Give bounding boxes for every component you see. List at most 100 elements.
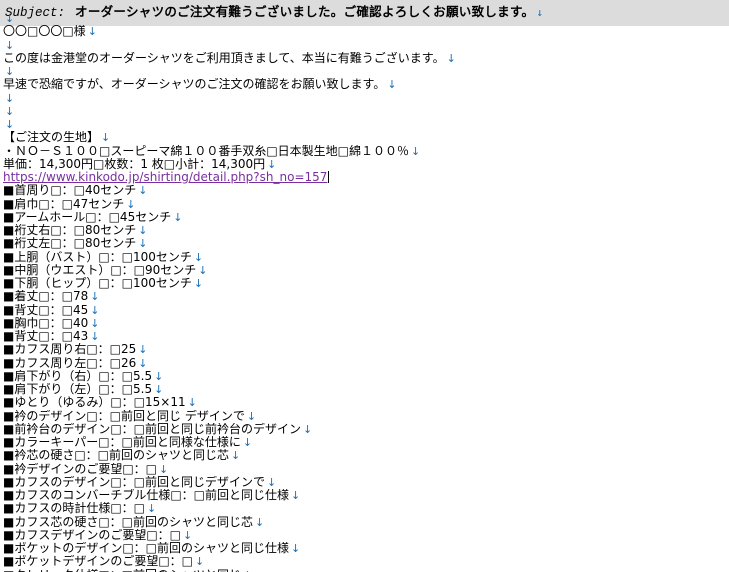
body-line: ■カフスの時計仕様□：□ ↓	[3, 502, 729, 515]
line-text: ■背丈□：□45	[3, 303, 89, 317]
body-line: ■アームホール□：□45センチ ↓	[3, 211, 729, 224]
product-link[interactable]: https://www.kinkodo.jp/shirting/detail.p…	[3, 171, 327, 184]
email-body-editor[interactable]: ↓ 〇〇□〇〇□様 ↓ ↓ この度は金港堂のオーダーシャツをご利用頂きまして、本当に有難…	[0, 12, 729, 572]
line-text: ■ゆとり（ゆるみ）□：□15×11	[3, 396, 186, 410]
newline-mark-icon: ↓	[291, 542, 301, 555]
line-text: ■カフスの時計仕様□：□	[3, 502, 146, 516]
newline-mark-icon: ↓	[138, 237, 148, 251]
newline-mark-icon: ↓	[246, 409, 257, 423]
line-text: ■中胴（ウエスト）□：□90センチ	[3, 263, 197, 277]
line-text: ■カフスのデザイン□：□前回と同じデザインで	[3, 475, 266, 489]
newline-mark-icon: ↓	[193, 277, 204, 290]
body-line: ■肩下がり（右）□：□5.5 ↓	[3, 370, 729, 383]
newline-mark-icon: ↓	[195, 555, 205, 569]
newline-mark-icon: ↓	[159, 462, 169, 476]
body-line: ↓	[3, 12, 729, 25]
newline-mark-icon: ↓	[90, 316, 100, 330]
line-text: ・ＮＯ－Ｓ１００□スーピーマ綿１００番手双糸□日本製生地□綿１００％	[3, 144, 410, 158]
newline-mark-icon: ↓	[138, 224, 148, 237]
newline-mark-icon: ↓	[87, 25, 97, 39]
newline-mark-icon: ↓	[154, 369, 164, 383]
body-line: ■裄丈右□：□80センチ ↓	[3, 224, 729, 237]
body-line: ■カフス芯の硬さ□：□前回のシャツと同じ芯 ↓	[3, 516, 729, 529]
newline-mark-icon: ↓	[173, 210, 183, 224]
line-text: ■背丈□：□43	[3, 330, 89, 343]
body-line: ■肩下がり（左）□：□5.5 ↓	[3, 383, 729, 396]
line-text: ■前衿台のデザイン□：□前回と同じ前衿台のデザイン	[3, 422, 302, 436]
newline-mark-icon: ↓	[187, 396, 197, 410]
body-line: ■カラーキーパー□：□前回と同様な仕様に ↓	[3, 436, 729, 449]
line-text: ■肩巾□：□47センチ	[3, 197, 125, 211]
newline-mark-icon: ↓	[138, 343, 148, 357]
body-line: ■カフス周り右□：□25 ↓	[3, 343, 729, 356]
body-line: ■カフスデザインのご要望□：□ ↓	[3, 529, 729, 542]
body-line: ■背丈□：□45 ↓	[3, 304, 729, 317]
newline-mark-icon: ↓	[90, 290, 100, 304]
line-text: ■着丈□：□78	[3, 290, 89, 304]
line-text: ■胸巾□：□40	[3, 316, 89, 330]
line-text: 【ご注文の生地】	[3, 131, 100, 145]
body-line: ↓	[3, 105, 729, 118]
newline-mark-icon: ↓	[198, 263, 208, 277]
newline-mark-icon: ↓	[90, 330, 100, 343]
line-text: ■肩下がり（右）□：□5.5	[3, 369, 153, 383]
body-line: ■ポケットのデザイン□：□前回のシャツと同じ仕様 ↓	[3, 542, 729, 555]
newline-mark-icon: ↓	[231, 449, 241, 463]
body-line: ■着丈□：□78 ↓	[3, 290, 729, 303]
body-line: ■裄丈左□：□80センチ ↓	[3, 237, 729, 250]
line-text: 早速で恐縮ですが、オーダーシャツのご注文の確認をお願い致します。	[3, 78, 386, 92]
body-line: ■ポケットデザインのご要望□：□ ↓	[3, 555, 729, 568]
newline-mark-icon: ↓	[5, 12, 15, 25]
line-text: ■ポケットのデザイン□：□前回のシャツと同じ仕様	[3, 542, 290, 555]
line-text: ■裄丈左□：□80センチ	[3, 237, 137, 251]
line-text: この度は金港堂のオーダーシャツをご利用頂きまして、本当に有難うございます。	[3, 51, 445, 65]
line-text: ■下胴（ヒップ）□：□100センチ	[3, 277, 192, 290]
body-line: ■カフスのデザイン□：□前回と同じデザインで ↓	[3, 476, 729, 489]
line-text: ■カフス周り左□：□26	[3, 356, 137, 370]
line-text: 単価：14,300円□枚数：1 枚□小計：14,300円	[3, 157, 266, 171]
body-line: ■中胴（ウエスト）□：□90センチ ↓	[3, 264, 729, 277]
body-line: ■ゆとり（ゆるみ）□：□15×11 ↓	[3, 396, 729, 409]
newline-mark-icon: ↓	[147, 502, 157, 516]
body-line: 【ご注文の生地】 ↓	[3, 131, 729, 144]
body-line: ■上胴（バスト）□：□100センチ ↓	[3, 251, 729, 264]
line-text: ■肩下がり（左）□：□5.5	[3, 383, 153, 396]
line-text: 〇〇□〇〇□様	[3, 25, 86, 39]
body-line: ■首周り□：□40センチ ↓	[3, 184, 729, 197]
body-line: 早速で恐縮ですが、オーダーシャツのご注文の確認をお願い致します。 ↓	[3, 78, 729, 91]
line-text: ■カラーキーパー□：□前回と同様な仕様に	[3, 436, 241, 449]
newline-mark-icon: ↓	[5, 38, 15, 52]
line-text: ■衿芯の硬さ□：□前回のシャツと同じ芯	[3, 449, 230, 463]
line-text: ■ポケットデザインのご要望□：□	[3, 555, 194, 569]
line-text: ■首周り□：□40センチ	[3, 184, 137, 198]
body-line: ↓	[3, 92, 729, 105]
newline-mark-icon: ↓	[291, 489, 301, 502]
line-text: ■クレリック仕様□：□前回のシャツと同じ	[3, 569, 241, 572]
newline-mark-icon: ↓	[101, 131, 111, 145]
body-line: ↓	[3, 118, 729, 131]
link-line: https://www.kinkodo.jp/shirting/detail.p…	[3, 171, 729, 184]
newline-mark-icon: ↓	[138, 184, 148, 198]
newline-mark-icon: ↓	[243, 569, 252, 572]
newline-mark-icon: ↓	[242, 436, 253, 449]
body-line: 〇〇□〇〇□様 ↓	[3, 25, 729, 38]
line-text: ■上胴（バスト）□：□100センチ	[3, 250, 192, 264]
newline-mark-icon: ↓	[5, 118, 15, 131]
body-line: 単価：14,300円□枚数：1 枚□小計：14,300円 ↓	[3, 158, 729, 171]
body-line: ■下胴（ヒップ）□：□100センチ ↓	[3, 277, 729, 290]
line-text: ■衿デザインのご要望□：□	[3, 462, 158, 476]
body-line: ■カフス周り左□：□26 ↓	[3, 357, 729, 370]
body-line: ■クレリック仕様□：□前回のシャツと同じ↓	[3, 569, 729, 572]
newline-mark-icon: ↓	[303, 422, 313, 436]
newline-mark-icon: ↓	[138, 356, 148, 370]
line-text: ■アームホール□：□45センチ	[3, 210, 172, 224]
body-line: ↓	[3, 65, 729, 78]
newline-mark-icon: ↓	[267, 475, 277, 489]
newline-mark-icon: ↓	[126, 197, 136, 211]
body-line: ■衿のデザイン□：□前回と同じ デザインで ↓	[3, 410, 729, 423]
body-line: ■肩巾□：□47センチ ↓	[3, 198, 729, 211]
body-line: ■胸巾□：□40 ↓	[3, 317, 729, 330]
newline-mark-icon: ↓	[5, 65, 15, 78]
newline-mark-icon: ↓	[267, 157, 277, 171]
newline-mark-icon: ↓	[387, 78, 397, 92]
